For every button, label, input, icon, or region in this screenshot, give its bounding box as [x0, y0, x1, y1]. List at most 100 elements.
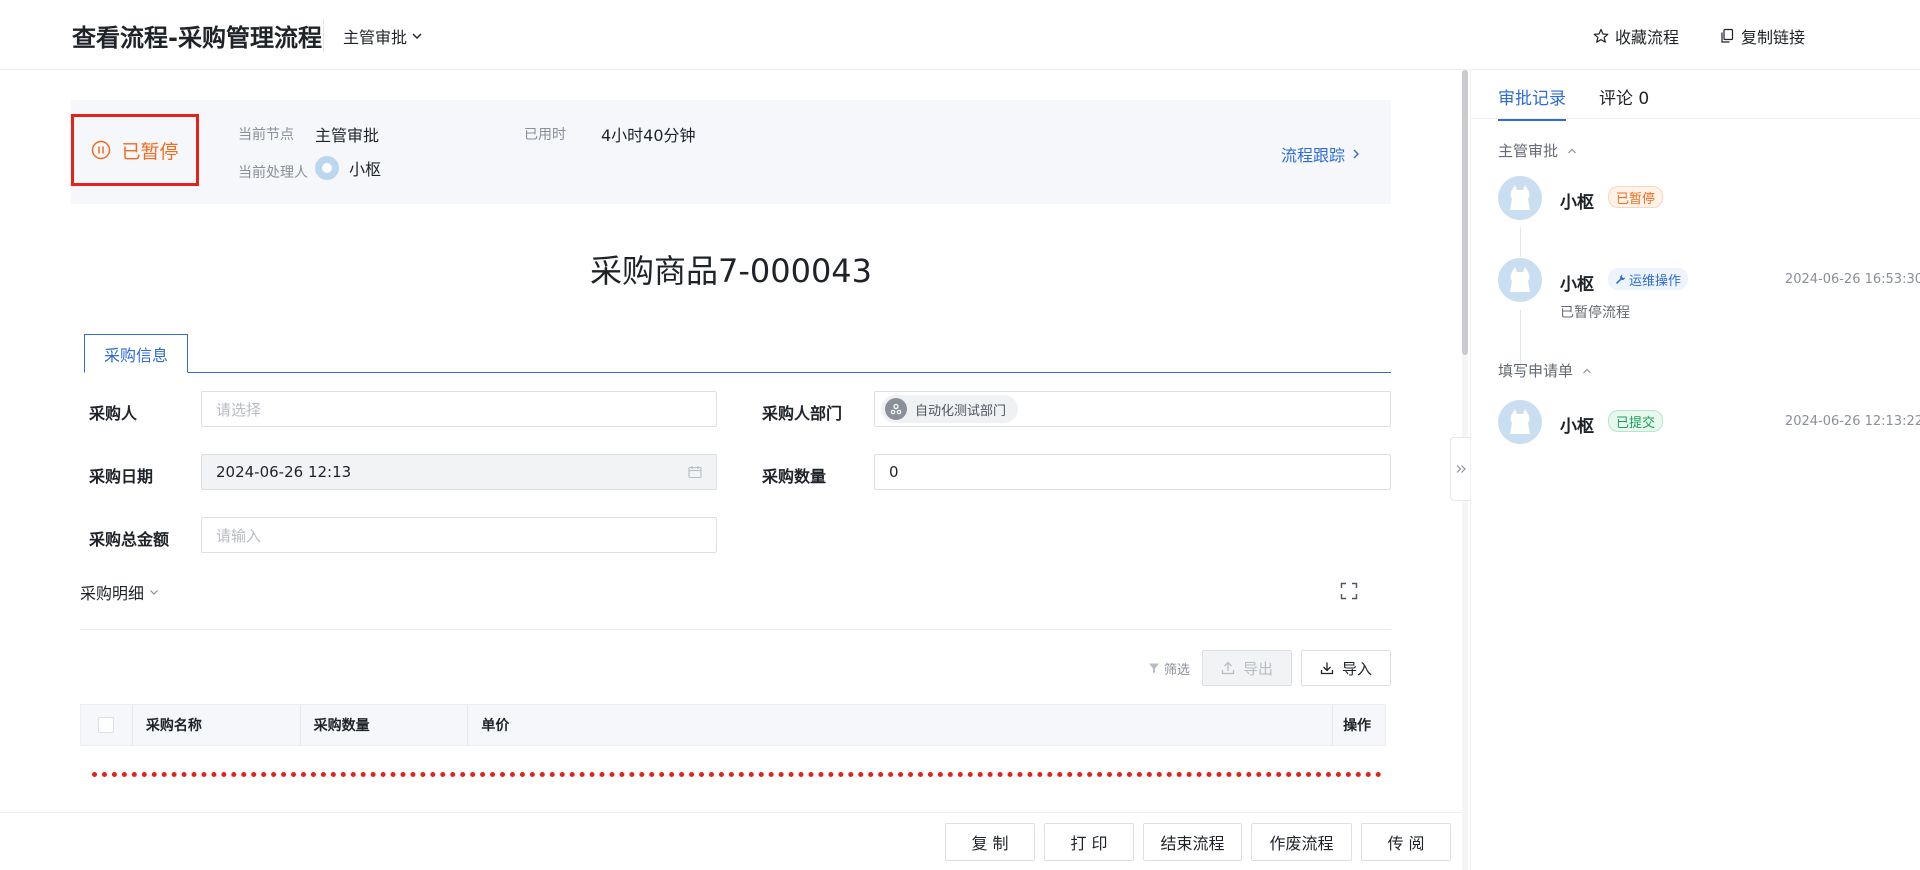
upload-icon	[1221, 661, 1235, 675]
group-name: 填写申请单	[1498, 362, 1574, 380]
document-title: 采购商品7-000043	[589, 252, 873, 290]
dept-value: 自动化测试部门	[915, 403, 1007, 419]
copy-icon	[1719, 28, 1735, 44]
download-icon	[1320, 661, 1334, 675]
flow-track-link[interactable]: 流程跟踪	[1281, 142, 1361, 166]
qty-input[interactable]: 0	[874, 454, 1391, 490]
elapsed-label: 已用时	[524, 127, 566, 143]
avatar	[1498, 176, 1542, 220]
date-value: 2024-06-26 12:13	[216, 463, 352, 481]
status-badge: 已提交	[1608, 410, 1664, 432]
column-header: 采购数量	[301, 705, 469, 745]
fullscreen-icon[interactable]	[1340, 582, 1358, 600]
tab-comments[interactable]: 评论 0	[1599, 84, 1649, 121]
group-header-supervisor[interactable]: 主管审批	[1498, 140, 1578, 161]
chevron-up-icon	[1581, 365, 1593, 377]
buyer-select[interactable]: 请选择	[201, 391, 717, 427]
print-button[interactable]: 打 印	[1044, 823, 1134, 861]
handler-value: 小枢	[349, 160, 382, 179]
chevron-down-icon	[411, 30, 423, 42]
header-divider	[323, 18, 324, 52]
favorite-flow-label: 收藏流程	[1614, 28, 1679, 47]
flow-track-label: 流程跟踪	[1280, 146, 1345, 165]
collapse-panel-button[interactable]	[1450, 437, 1470, 501]
import-label: 导入	[1341, 659, 1372, 678]
status-bar: 已暂停 当前节点 主管审批 已用时 4小时40分钟 当前处理人 小枢 流程跟踪	[71, 100, 1391, 204]
avatar	[1498, 258, 1542, 302]
chevron-right-icon	[1351, 148, 1361, 160]
filter-label: 筛选	[1164, 662, 1191, 678]
record-user-name: 小枢	[1560, 417, 1594, 437]
record-user-name: 小枢	[1560, 193, 1594, 213]
void-flow-button[interactable]: 作废流程	[1251, 823, 1352, 861]
elapsed-value: 4小时40分钟	[601, 126, 696, 145]
filter-icon	[1148, 662, 1160, 674]
record-time: 2024-06-26 12:13:22	[1784, 414, 1920, 429]
date-field[interactable]: 2024-06-26 12:13	[201, 454, 717, 490]
org-icon	[885, 398, 907, 420]
current-node-value: 主管审批	[315, 126, 380, 145]
status-badge: 已暂停	[71, 114, 199, 186]
amount-input[interactable]: 请输入	[201, 517, 717, 553]
copy-link-button[interactable]: 复制链接	[1719, 24, 1805, 48]
group-header-application[interactable]: 填写申请单	[1498, 360, 1593, 381]
avatar	[1498, 400, 1542, 444]
qty-label: 采购数量	[762, 467, 827, 486]
scrollbar-thumb[interactable]	[1462, 70, 1468, 355]
buyer-label: 采购人	[89, 404, 138, 423]
detail-section-label: 采购明细	[80, 584, 145, 603]
export-label: 导出	[1242, 659, 1273, 678]
page-header: 查看流程-采购管理流程 主管审批 收藏流程 复制链接	[0, 0, 1920, 70]
node-selector-label: 主管审批	[343, 28, 408, 47]
record-time: 2024-06-26 16:53:30	[1784, 272, 1920, 287]
footer-bar: 复 制 打 印 结束流程 作废流程 传 阅	[0, 812, 1468, 870]
column-header: 采购名称	[133, 705, 301, 745]
section-divider	[80, 629, 1391, 630]
tab-underline	[84, 372, 1391, 373]
status-badge: 已暂停	[1608, 186, 1664, 208]
calendar-icon	[688, 465, 702, 479]
main-content: 已暂停 当前节点 主管审批 已用时 4小时40分钟 当前处理人 小枢 流程跟踪 …	[0, 70, 1468, 810]
handler-label: 当前处理人	[238, 165, 308, 181]
status-text: 已暂停	[121, 140, 179, 163]
favorite-flow-button[interactable]: 收藏流程	[1593, 24, 1679, 48]
star-icon	[1593, 28, 1609, 44]
wrench-icon	[1615, 274, 1626, 285]
pause-icon	[91, 140, 111, 160]
detail-section-toggle[interactable]: 采购明细	[80, 580, 160, 604]
avatar	[315, 156, 339, 180]
highlight-dashed-line	[92, 772, 1382, 777]
record-description: 已暂停流程	[1560, 305, 1630, 321]
timeline-connector	[1520, 227, 1521, 257]
import-button[interactable]: 导入	[1301, 650, 1391, 686]
group-name: 主管审批	[1498, 142, 1559, 160]
tab-divider	[1471, 118, 1920, 119]
column-header: 单价	[468, 705, 1334, 745]
copy-button[interactable]: 复 制	[945, 823, 1035, 861]
status-badge-label: 运维操作	[1629, 273, 1682, 289]
tab-approval-records[interactable]: 审批记录	[1498, 84, 1566, 121]
side-panel: 审批记录 评论 0 主管审批 小枢 已暂停 小枢 运维操作 2024-06-26…	[1470, 70, 1920, 870]
select-all-checkbox[interactable]	[98, 717, 115, 733]
page-title: 查看流程-采购管理流程	[72, 24, 322, 52]
dept-chip: 自动化测试部门	[881, 395, 1019, 423]
copy-link-label: 复制链接	[1740, 28, 1805, 47]
chevron-up-icon	[1566, 145, 1578, 157]
end-flow-button[interactable]: 结束流程	[1143, 823, 1242, 861]
node-selector[interactable]: 主管审批	[343, 24, 423, 48]
amount-label: 采购总金额	[89, 530, 170, 549]
current-node-label: 当前节点	[238, 127, 294, 143]
filter-button[interactable]: 筛选	[1148, 650, 1190, 686]
chevron-down-icon	[148, 586, 160, 598]
export-button[interactable]: 导出	[1202, 650, 1292, 686]
tab-purchase-info[interactable]: 采购信息	[84, 334, 188, 373]
double-chevron-right-icon	[1455, 463, 1467, 475]
circulate-button[interactable]: 传 阅	[1361, 823, 1451, 861]
dept-label: 采购人部门	[762, 404, 843, 423]
detail-table-header: 采购名称 采购数量 单价 操作	[80, 704, 1386, 746]
record-user-name: 小枢	[1560, 275, 1594, 295]
status-badge: 运维操作	[1608, 268, 1689, 290]
select-all-cell	[81, 705, 133, 745]
date-label: 采购日期	[89, 467, 154, 486]
dept-field[interactable]: 自动化测试部门	[874, 391, 1391, 427]
